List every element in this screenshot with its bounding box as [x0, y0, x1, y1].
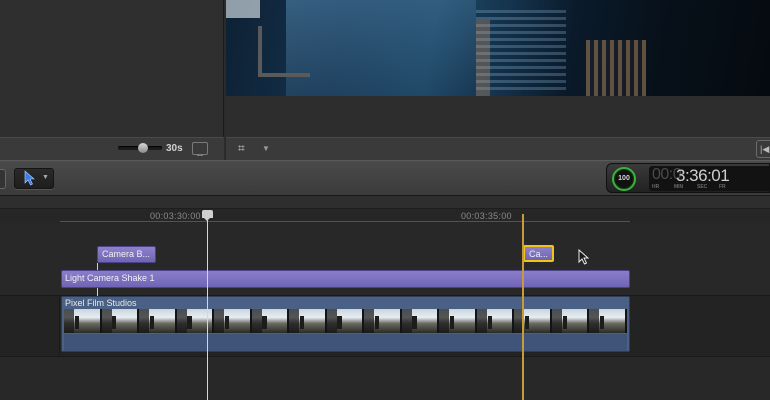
clip-thumbnail — [589, 309, 627, 333]
playhead[interactable] — [207, 214, 208, 400]
browser-bottom-bar — [0, 137, 224, 160]
clip-thumbnail — [514, 309, 552, 333]
select-arrow-icon[interactable] — [23, 170, 37, 186]
clip-thumbnail — [326, 309, 365, 333]
filmstrip-view-button[interactable] — [192, 142, 208, 156]
video-light — [476, 20, 490, 96]
go-to-start-icon[interactable]: |◀ — [756, 140, 770, 158]
chevron-down-icon[interactable]: ▼ — [42, 174, 49, 181]
ruler-range-line — [60, 221, 630, 222]
mouse-cursor-icon — [578, 249, 590, 265]
timecode-unit-sec: SEC — [697, 184, 708, 190]
timecode-unit-hr: HR — [652, 184, 660, 190]
clip-thumbnail — [289, 309, 327, 333]
clip-thumbnail — [401, 309, 440, 333]
camera-title-clip-selected[interactable]: Ca... — [523, 245, 554, 262]
timecode-unit-fr: FR — [719, 184, 726, 190]
clip-audio-area — [64, 334, 627, 351]
title-safe-guide — [258, 73, 310, 77]
playhead-handle-tip — [203, 217, 211, 221]
background-tasks-label: 100 — [618, 175, 630, 182]
video-highlight — [226, 0, 260, 18]
timecode-value: 3:36:01 — [676, 166, 730, 185]
timeline-header — [0, 196, 770, 209]
viewer-bottom-bar — [226, 137, 770, 160]
clip-label: Pixel Film Studios — [65, 298, 137, 308]
track-separator — [59, 296, 60, 356]
clip-thumbnail — [439, 309, 477, 333]
ruler-tick-label: 00:03:35:00 — [461, 211, 512, 221]
video-books — [586, 40, 646, 96]
clip-zoom-knob[interactable] — [138, 143, 148, 153]
clip-zoom-label: 30s — [166, 143, 183, 154]
clip-thumbnail — [364, 309, 402, 333]
clip-thumbnail — [176, 309, 215, 333]
camera-b-title-clip[interactable]: Camera B... — [97, 246, 156, 263]
video-building — [286, 0, 476, 96]
toolbar-button-edge[interactable] — [0, 169, 6, 189]
clip-thumbnail — [101, 309, 140, 333]
clip-thumbnail — [551, 309, 590, 333]
clip-thumbnail — [476, 309, 515, 333]
clip-thumbnail — [214, 309, 252, 333]
timecode-unit-min: MIN — [674, 184, 684, 190]
crop-icon[interactable]: ⌗ — [238, 141, 245, 156]
light-camera-shake-clip[interactable]: Light Camera Shake 1 — [61, 270, 630, 288]
ruler-tick-label: 00:03:30:00 — [150, 211, 201, 221]
clip-thumbnail — [139, 309, 177, 333]
browser-pane — [0, 0, 224, 160]
viewer-video-frame[interactable] — [226, 0, 770, 96]
final-cut-window: 30s ⌗ ▼ |◀ ▼ 100 00:0 3:36:01 HR MIN SEC… — [0, 0, 770, 400]
clip-thumbnail — [251, 309, 290, 333]
skimmer[interactable] — [522, 214, 524, 400]
title-safe-guide — [258, 26, 262, 76]
clip-thumbnail — [64, 309, 102, 333]
pixel-film-studios-clip[interactable]: Pixel Film Studios — [61, 296, 630, 352]
clip-label: Light Camera Shake 1 — [65, 273, 155, 283]
chevron-down-icon[interactable]: ▼ — [262, 144, 270, 153]
clip-filmstrip — [64, 309, 627, 333]
